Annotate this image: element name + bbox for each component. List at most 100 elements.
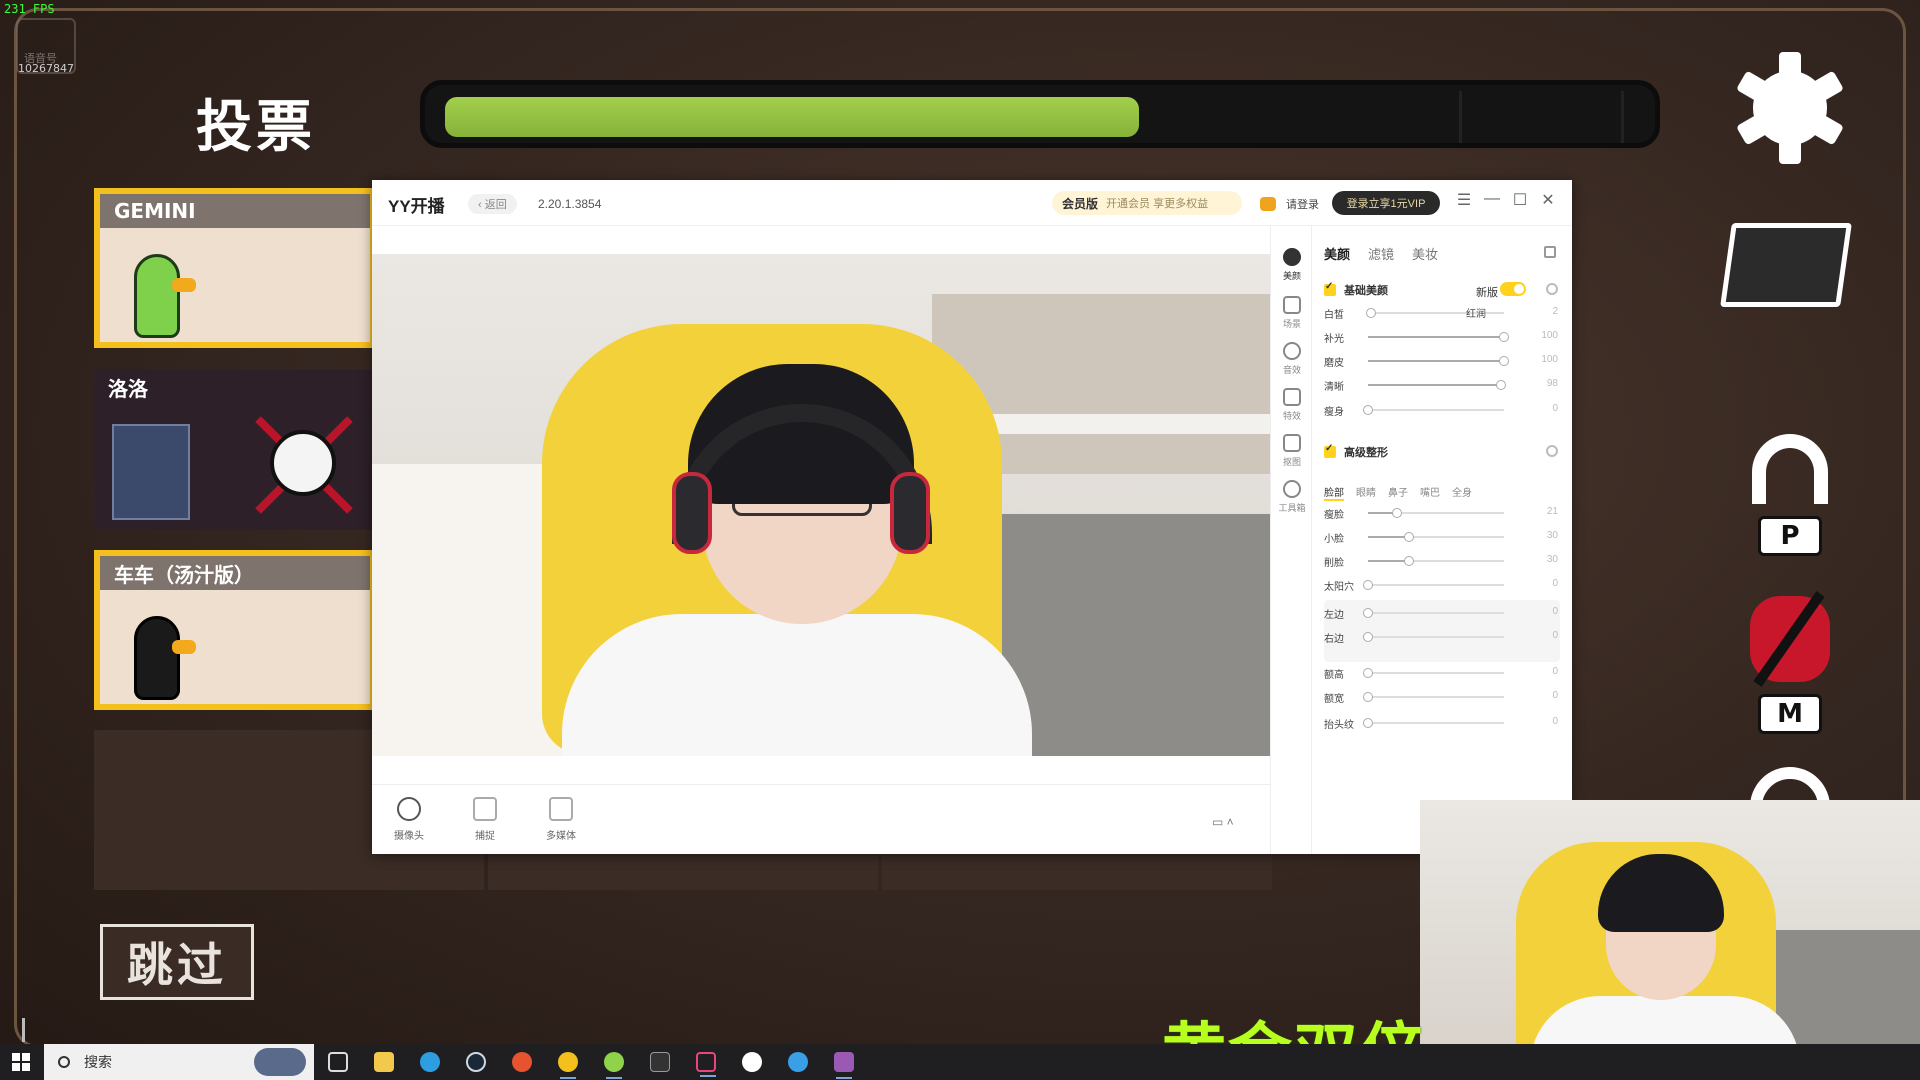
back-button[interactable]: ‹ 返回 [468,194,517,214]
capture-tool[interactable]: 捕捉 [460,797,510,842]
slider-track[interactable] [1363,608,1504,618]
login-button[interactable]: 请登录 [1260,196,1319,212]
advanced-shape-toggle[interactable]: 高级整形 [1324,443,1388,460]
slider-knob[interactable] [1363,632,1373,642]
slider-row[interactable]: 太阳穴 0 [1324,578,1560,593]
windows-start-icon[interactable] [12,1053,30,1071]
slider-track[interactable] [1363,405,1504,415]
role-button[interactable] [1740,767,1840,847]
slider-knob[interactable] [1363,718,1373,728]
slider-value: 0 [1552,716,1558,727]
task-view-icon[interactable] [328,1052,348,1072]
slider-row[interactable]: 抬头纹 0 [1324,716,1560,731]
slider-row[interactable]: 左边 0 [1324,606,1560,621]
slider-track[interactable] [1368,356,1509,366]
slider-knob[interactable] [1499,332,1509,342]
media-tool[interactable]: 多媒体 [536,797,586,842]
obs-icon[interactable] [558,1052,578,1079]
slider-row[interactable]: 右边 0 [1324,630,1560,645]
slider-knob[interactable] [1363,668,1373,678]
slider-knob[interactable] [1403,556,1414,566]
map-button[interactable] [1716,210,1856,320]
feature-nav: 美颜 场景 音效 特效 抠图 工具箱 [1270,226,1312,854]
edge-browser-icon[interactable] [420,1052,440,1072]
unity-icon[interactable] [650,1052,670,1072]
vip-button[interactable]: 登录立享1元VIP [1332,191,1440,215]
player-card-cheche[interactable]: 车车（汤汁版） [94,550,376,710]
slider-row[interactable]: 清晰 98 [1324,378,1560,393]
nav-matting[interactable]: 抠图 [1271,434,1313,468]
member-banner[interactable]: 会员版 开通会员 享更多权益 [1052,191,1242,215]
maximize-icon[interactable]: ☐ [1508,190,1532,210]
game-icon[interactable] [834,1052,854,1079]
slider-row[interactable]: 削脸 30 [1324,554,1560,569]
steam-icon[interactable] [466,1052,486,1072]
camera-select[interactable]: ▭ ˄ [1212,815,1234,829]
slider-row[interactable]: 瘦脸 21 [1324,506,1560,521]
slider-row[interactable]: 额高 0 [1324,666,1560,681]
player-card-gemini[interactable]: GEMINI [94,188,376,348]
subtab-eyes[interactable]: 眼睛 [1356,484,1376,501]
yy-icon[interactable] [696,1052,716,1077]
slider-knob[interactable] [1496,380,1507,390]
slider-track[interactable] [1363,692,1504,702]
slider-track[interactable] [1363,580,1504,590]
nav-beauty[interactable]: 美颜 [1271,248,1313,282]
basic-beauty-toggle[interactable]: 基础美颜 [1324,281,1388,298]
slider-knob[interactable] [1499,356,1509,366]
slider-track[interactable] [1368,556,1504,566]
taskbar-search[interactable]: 搜索 [44,1044,314,1080]
subtab-mouth[interactable]: 嘴巴 [1420,484,1440,501]
subtab-nose[interactable]: 鼻子 [1388,484,1408,501]
slider-row[interactable]: 白皙 红润 2 [1324,306,1560,321]
reset-icon[interactable] [1546,445,1558,457]
slider-track[interactable] [1368,380,1507,390]
browser-icon[interactable] [788,1052,808,1072]
camera-tool[interactable]: 摄像头 [384,797,434,842]
slider-knob[interactable] [1363,692,1373,702]
nav-label: 美颜 [1282,271,1301,281]
slider-knob[interactable] [1363,608,1373,618]
subtab-face[interactable]: 脸部 [1324,484,1344,501]
tab-makeup[interactable]: 美妆 [1412,244,1438,263]
slider-value: 100 [1541,330,1558,341]
skip-vote-button[interactable]: 跳过 [100,924,254,1000]
slider-track[interactable] [1368,532,1504,542]
slider-track[interactable] [1368,508,1504,518]
tab-filter[interactable]: 滤镜 [1368,244,1394,263]
slider-knob[interactable] [1391,508,1402,518]
slider-row[interactable]: 补光 100 [1324,330,1560,345]
tab-beauty[interactable]: 美颜 [1324,244,1350,263]
slider-knob[interactable] [1363,580,1373,590]
chrome-icon[interactable] [742,1052,762,1072]
slider-row[interactable]: 小脸 30 [1324,530,1560,545]
app-icon[interactable] [512,1052,532,1072]
new-version-toggle[interactable] [1500,282,1526,296]
voice-button[interactable]: P [1730,420,1850,570]
settings-button[interactable] [1730,48,1850,168]
minimize-icon[interactable]: — [1480,190,1504,208]
divider [22,1018,25,1042]
slider-row[interactable]: 瘦身 0 [1324,403,1560,418]
slider-track[interactable] [1368,332,1509,342]
goose-game-icon[interactable] [604,1052,624,1079]
slider-row[interactable]: 磨皮 100 [1324,354,1560,369]
slider-track[interactable] [1363,632,1504,642]
slider-row[interactable]: 额宽 0 [1324,690,1560,705]
slider-knob[interactable] [1403,532,1414,542]
subtab-body[interactable]: 全身 [1452,484,1472,501]
slider-track[interactable] [1363,718,1504,728]
slider-track[interactable] [1363,668,1504,678]
reset-icon[interactable] [1546,283,1558,295]
close-icon[interactable]: ✕ [1536,190,1560,210]
mic-button[interactable]: M [1730,590,1850,740]
slider-knob[interactable] [1363,405,1373,415]
menu-icon[interactable]: ☰ [1452,190,1476,210]
nav-toolbox[interactable]: 工具箱 [1271,480,1313,514]
file-explorer-icon[interactable] [374,1052,394,1072]
slider-knob[interactable] [1365,308,1376,318]
nav-scene[interactable]: 场景 [1271,296,1313,330]
nav-effects[interactable]: 特效 [1271,388,1313,422]
nav-audio[interactable]: 音效 [1271,342,1313,376]
compare-icon[interactable] [1544,246,1556,258]
